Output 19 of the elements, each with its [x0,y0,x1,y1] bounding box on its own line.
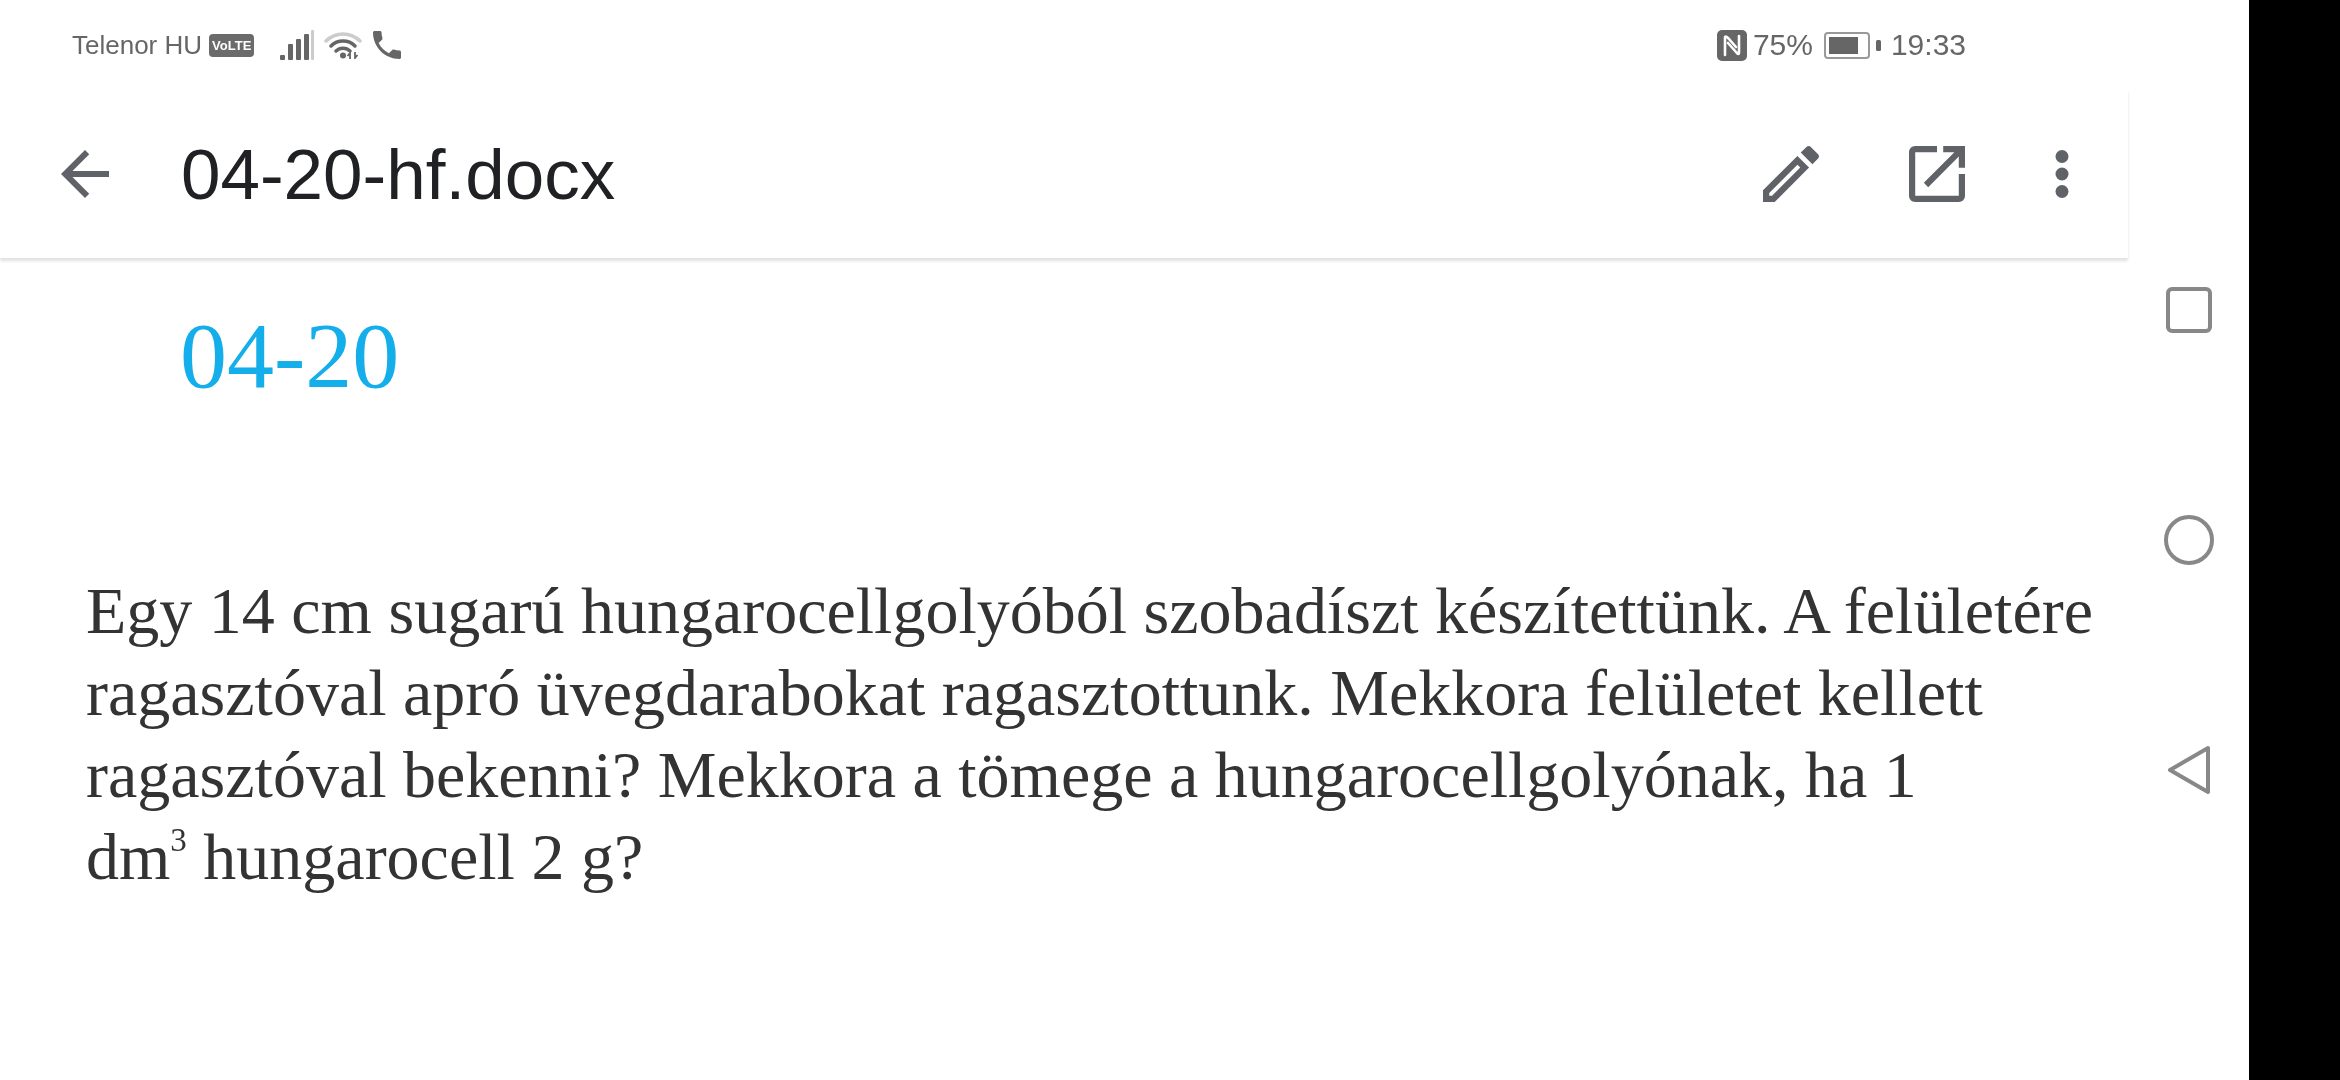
triangle-icon [2165,745,2212,795]
document-heading: 04-20 [180,308,400,402]
signal-bars-icon [280,30,315,60]
document-paragraph: Egy 14 cm sugarú hungarocellgolyóból szobadíszt készítettünk. A felületére ragasztóval apró üvegdarabokat ragasztottunk. Mekkora felületet kellett ragasztóval bekenni? Mekkora a tömege a hungarocellgolyónak, ha 1 dm$^{3}$ hungarocell 2 g? [86,573,2094,895]
circle-icon [2163,515,2214,565]
square-icon [2165,287,2212,333]
volte-badge: VoLTE [209,33,255,57]
more-vertical-icon [2055,150,2069,198]
open-in-new-icon [1909,146,1965,202]
clock-time: 19:33 [1890,28,1966,62]
wifi-icon [324,31,363,59]
phone-icon [373,31,402,59]
document-title: 04-20-hf.docx [181,133,616,215]
battery-percentage: 75% [1752,28,1813,62]
carrier-name: Telenor HU [72,29,203,61]
nfc-icon [1716,29,1747,61]
battery-icon [1823,31,1882,59]
pencil-icon [1763,146,1819,202]
arrow-left-icon [61,150,109,198]
